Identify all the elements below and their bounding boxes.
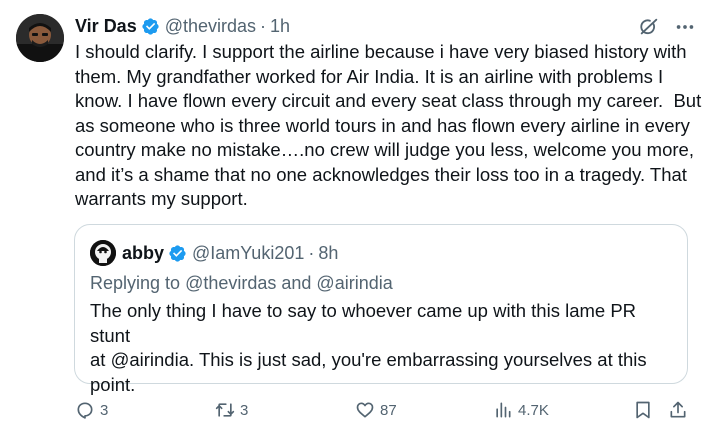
- tweet-text: I should clarify. I support the airline …: [75, 41, 702, 209]
- like-button[interactable]: 87: [355, 400, 397, 420]
- repost-icon: [215, 403, 235, 417]
- tweet-timestamp[interactable]: 1h: [270, 16, 290, 37]
- quoted-tweet[interactable]: abby @IamYuki201 · 8h Replying to @thevi…: [74, 224, 688, 395]
- bookmark-button[interactable]: [633, 400, 653, 420]
- reply-button[interactable]: 3: [75, 400, 108, 420]
- replying-to-user-link[interactable]: @thevirdas: [185, 273, 276, 293]
- bookmark-icon: [636, 401, 650, 419]
- heart-icon: [356, 402, 374, 418]
- replying-to-user-link[interactable]: @airindia: [316, 273, 392, 293]
- separator-dot: ·: [260, 15, 267, 36]
- views-count: 4.7K: [518, 401, 549, 419]
- views-icon: [496, 402, 511, 418]
- quoted-tweet-timestamp[interactable]: 8h: [318, 243, 338, 264]
- quoted-tweet-text: The only thing I have to say to whoever …: [90, 300, 647, 395]
- separator-dot: ·: [308, 242, 315, 263]
- verified-badge-icon[interactable]: [141, 17, 160, 36]
- share-button[interactable]: [668, 400, 688, 420]
- header-actions: [638, 16, 696, 38]
- share-icon: [670, 401, 686, 418]
- quoted-author-avatar-image: [90, 240, 116, 266]
- author-display-name[interactable]: Vir Das: [75, 16, 137, 37]
- repost-count: 3: [240, 401, 249, 419]
- quoted-author-avatar[interactable]: [90, 240, 116, 266]
- author-avatar-image: [16, 14, 64, 62]
- tweet-header: Vir Das @thevirdas · 1h: [75, 14, 290, 38]
- replying-to: Replying to @thevirdas and @airindia: [90, 273, 393, 294]
- author-handle[interactable]: @thevirdas: [165, 16, 256, 37]
- quoted-author-display-name[interactable]: abby: [122, 243, 164, 264]
- quoted-author-handle[interactable]: @IamYuki201: [192, 243, 304, 264]
- tweet[interactable]: Vir Das @thevirdas · 1h I should clarify…: [0, 0, 720, 425]
- replying-to-and: and: [276, 273, 317, 293]
- quoted-tweet-header: abby @IamYuki201 · 8h: [90, 240, 338, 266]
- like-count: 87: [380, 401, 397, 419]
- repost-button[interactable]: 3: [215, 400, 248, 420]
- verified-badge-icon[interactable]: [168, 244, 187, 263]
- author-avatar[interactable]: [16, 14, 64, 62]
- tweet-actions: 3 3 87 4.7K: [75, 400, 695, 424]
- replying-to-prefix: Replying to: [90, 273, 186, 293]
- views-button[interactable]: 4.7K: [493, 400, 549, 420]
- more-icon[interactable]: [674, 16, 696, 38]
- reply-icon: [77, 402, 93, 419]
- grok-icon[interactable]: [638, 16, 660, 38]
- reply-count: 3: [100, 401, 109, 419]
